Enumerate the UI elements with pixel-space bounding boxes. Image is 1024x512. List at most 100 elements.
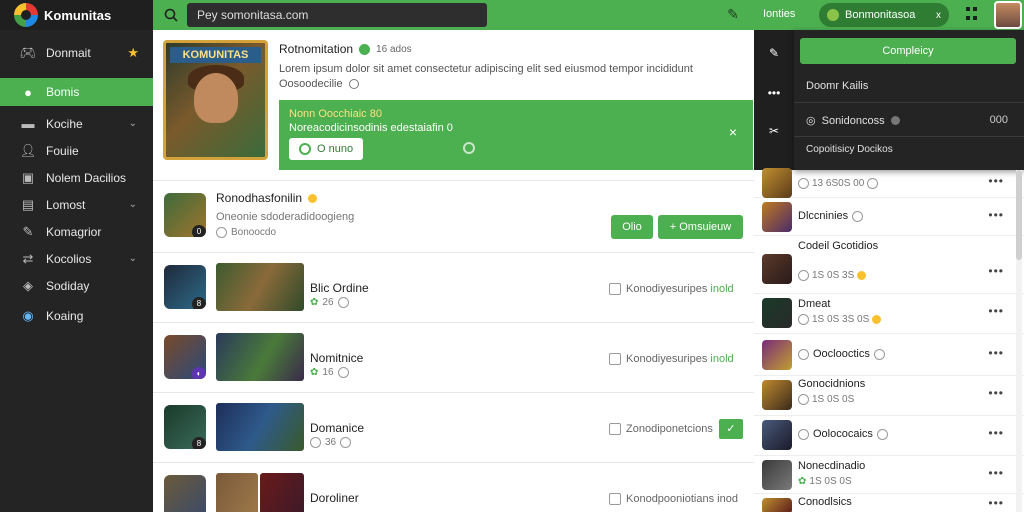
item-preview-2[interactable] xyxy=(260,473,304,512)
dropdown-item-2[interactable]: ◎ Sonidoncoss xyxy=(806,114,900,127)
item-avatar[interactable]: ◐ xyxy=(164,335,206,379)
more-icon[interactable]: ••• xyxy=(988,426,1004,440)
item-action[interactable]: Zonodiponetcions xyxy=(626,423,713,435)
item-title[interactable]: Nomitnice xyxy=(310,351,363,365)
member-meta-text: 1S 0S 3S xyxy=(812,270,855,281)
item-action[interactable]: Konodpooniotians inod xyxy=(626,493,738,505)
featured-title[interactable]: Rotnomitation xyxy=(279,42,353,56)
member-meta-text: 13 6S0S 00 xyxy=(812,178,865,189)
more-icon[interactable]: ••• xyxy=(988,496,1004,510)
item-checkbox[interactable] xyxy=(609,353,621,365)
list-item[interactable]: Dmeat 1S 0S 3S 0S ••• xyxy=(754,294,1024,334)
suggested-button-1[interactable]: Olio xyxy=(611,215,653,239)
item-action-text: Konodpooniotians xyxy=(626,493,715,505)
dropdown-primary-button[interactable]: Compleicy xyxy=(800,38,1016,64)
suggested-button-2[interactable]: + Omsuieuw xyxy=(658,215,743,239)
star-icon[interactable]: ★ xyxy=(127,45,139,61)
edit-icon[interactable]: ✎ xyxy=(754,46,794,60)
item-title[interactable]: Blic Ordine xyxy=(310,281,369,295)
more-icon[interactable]: ••• xyxy=(754,86,794,100)
list-item[interactable]: Ooclooctics ••• xyxy=(754,334,1024,376)
member-name: Ooclooctics xyxy=(798,348,885,360)
item-avatar[interactable]: 8 xyxy=(164,265,206,309)
sidebar-item-6[interactable]: ✎ Komagrior xyxy=(0,218,153,245)
info-icon xyxy=(876,428,888,440)
scrollbar[interactable] xyxy=(1016,170,1022,512)
box-icon: ▤ xyxy=(21,196,35,212)
scissors-icon[interactable]: ✂ xyxy=(754,124,794,138)
sidebar-item-1[interactable]: ● Bomis xyxy=(0,78,153,106)
item-preview[interactable] xyxy=(216,263,304,311)
featured-description: Lorem ipsum dolor sit amet consectetur a… xyxy=(279,63,693,75)
suggested-title[interactable]: Ronodhasfonilin xyxy=(216,191,302,205)
sidebar-item-2[interactable]: ▬ Kocihe ⌄ xyxy=(0,110,153,137)
more-icon[interactable]: ••• xyxy=(988,346,1004,360)
more-icon[interactable]: ••• xyxy=(988,208,1004,222)
pill-close-icon[interactable]: x xyxy=(936,10,941,21)
member-meta-text: 1S 0S 0S xyxy=(809,476,852,487)
item-preview[interactable] xyxy=(216,403,304,451)
sidebar-item-4[interactable]: ▣ Nolem Dacilios xyxy=(0,164,153,191)
item-avatar[interactable] xyxy=(164,475,206,512)
sidebar-item-3[interactable]: 👤︎ Fouiie xyxy=(0,137,153,164)
more-icon[interactable]: ••• xyxy=(988,304,1004,318)
item-title[interactable]: Doroliner xyxy=(310,491,359,505)
account-pill[interactable]: Bonmonitasoa x xyxy=(819,3,949,27)
search-icon[interactable] xyxy=(163,7,179,23)
sidebar-item-7[interactable]: ⇄ Kocolios ⌄ xyxy=(0,245,153,272)
avatar[interactable] xyxy=(994,1,1022,29)
sidebar-item-5[interactable]: ▤ Lomost ⌄ xyxy=(0,191,153,218)
more-icon[interactable]: ••• xyxy=(988,264,1004,278)
close-icon[interactable]: × xyxy=(729,124,737,140)
search-input[interactable]: Pey somonitasa.com xyxy=(187,3,487,27)
members-list: 13 6S0S 00 ••• Dlccninies ••• Codeil Gco… xyxy=(754,168,1024,512)
refresh-icon[interactable] xyxy=(463,142,475,154)
list-item[interactable]: Nonecdinadio ✿ 1S 0S 0S ••• xyxy=(754,456,1024,494)
scrollbar-thumb[interactable] xyxy=(1016,170,1022,260)
dropdown-item-1[interactable]: Doomr Kailis xyxy=(806,80,868,92)
confirm-button[interactable]: ✓ xyxy=(719,419,743,439)
item-checkbox[interactable] xyxy=(609,283,621,295)
sidebar-item-9[interactable]: ◉ Koaing xyxy=(0,302,153,329)
sidebar-item-0[interactable]: 🎮︎ Donmait ★ xyxy=(0,38,153,68)
tools-icon[interactable]: ✎ xyxy=(724,6,742,24)
user-icon: 👤︎ xyxy=(19,142,37,158)
item-action[interactable]: Konodiyesuripes inold xyxy=(626,283,734,295)
apps-grid-icon[interactable] xyxy=(966,7,980,21)
member-meta: ✿ 1S 0S 0S xyxy=(798,476,852,487)
leaf-icon: ✿ xyxy=(310,367,319,378)
list-item[interactable]: Conodlsics ••• xyxy=(754,494,1024,512)
chevron-down-icon[interactable]: ⌄ xyxy=(129,253,137,264)
item-avatar[interactable]: 8 xyxy=(164,405,206,449)
chevron-down-icon[interactable]: ⌄ xyxy=(129,118,137,129)
top-link[interactable]: Ionties xyxy=(763,8,795,20)
promo-button[interactable]: O nuno xyxy=(289,138,364,160)
info-icon xyxy=(216,227,227,238)
member-meta-text: 1S 0S 0S xyxy=(812,394,855,405)
chevron-down-icon[interactable]: ⌄ xyxy=(129,199,137,210)
list-item[interactable]: Dlccninies ••• xyxy=(754,198,1024,236)
member-name: Codeil Gcotidios xyxy=(798,240,879,252)
item-action[interactable]: Konodiyesuripes inold xyxy=(626,353,734,365)
featured-artwork[interactable]: KOMUNITAS xyxy=(163,40,268,160)
item-preview[interactable] xyxy=(216,333,304,381)
more-icon[interactable]: ••• xyxy=(988,174,1004,188)
suggested-avatar[interactable]: 0 xyxy=(164,193,206,237)
badge-icon: 8 xyxy=(192,297,206,309)
leaf-icon: ✿ xyxy=(310,297,319,308)
more-icon[interactable]: ••• xyxy=(988,386,1004,400)
list-item[interactable]: Gonocidnions 1S 0S 0S ••• xyxy=(754,376,1024,416)
more-icon[interactable]: ••• xyxy=(988,466,1004,480)
item-checkbox[interactable] xyxy=(609,493,621,505)
item-title[interactable]: Domanice xyxy=(310,421,364,435)
list-item[interactable]: 13 6S0S 00 ••• xyxy=(754,168,1024,198)
brand[interactable]: Komunitas xyxy=(0,0,153,30)
dropdown-item-3[interactable]: Copoitisicy Docikos xyxy=(806,144,893,155)
list-item[interactable]: Oolococaics ••• xyxy=(754,416,1024,456)
toggle-icon xyxy=(890,116,900,125)
coin-icon xyxy=(857,271,867,280)
list-item[interactable]: Codeil Gcotidios 1S 0S 3S ••• xyxy=(754,236,1024,294)
item-checkbox[interactable] xyxy=(609,423,621,435)
item-preview[interactable] xyxy=(216,473,258,512)
sidebar-item-8[interactable]: ◈ Sodiday xyxy=(0,272,153,299)
